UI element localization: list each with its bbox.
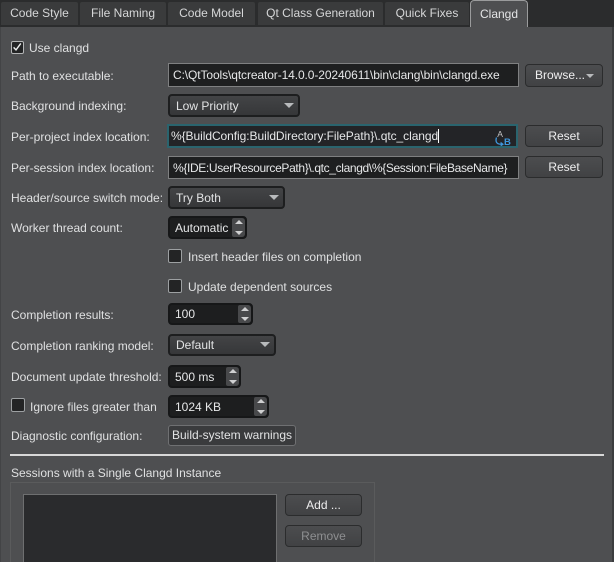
svg-text:B: B xyxy=(504,137,511,148)
svg-text:A: A xyxy=(497,129,503,139)
